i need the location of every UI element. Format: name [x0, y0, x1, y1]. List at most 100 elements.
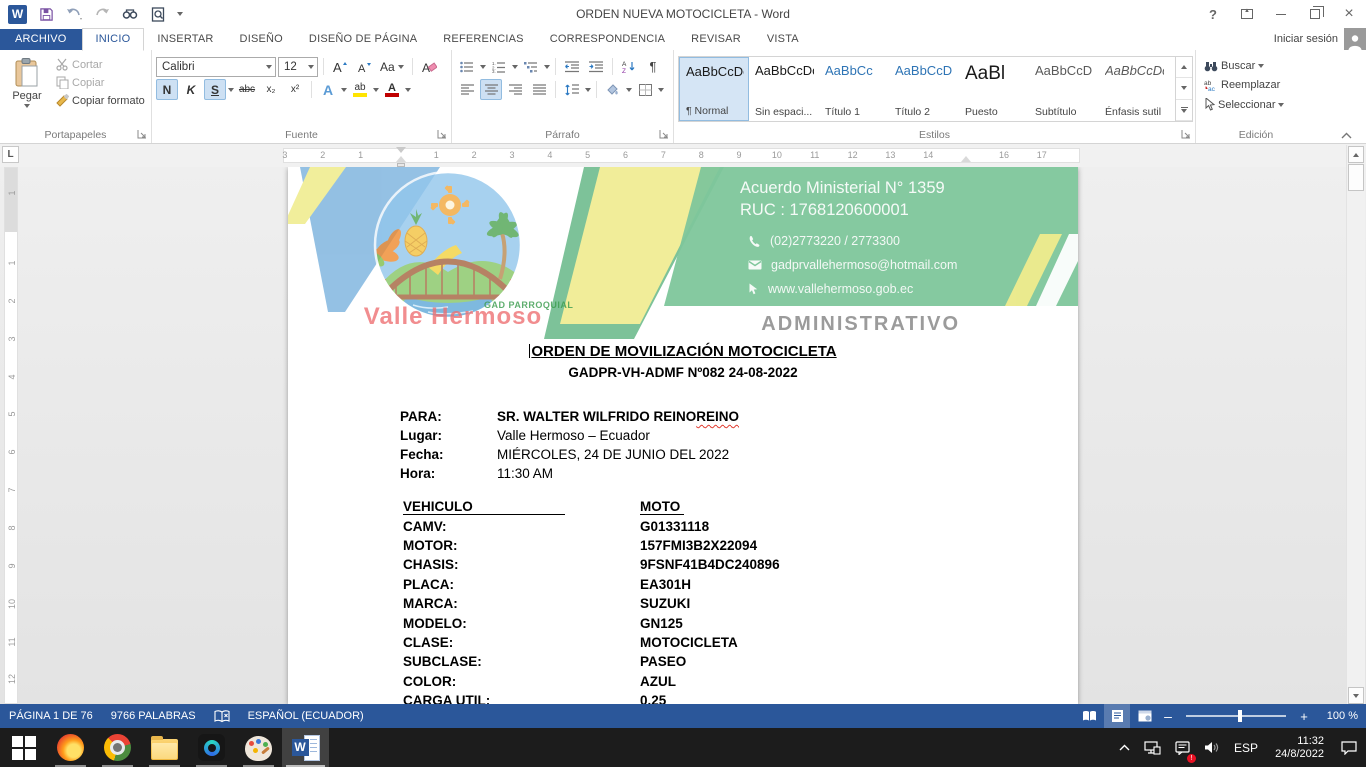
- tab-stop-selector[interactable]: L: [2, 146, 19, 163]
- bullets-button[interactable]: [456, 56, 478, 77]
- ribbon-tab[interactable]: VISTA: [754, 29, 812, 50]
- word-app-icon[interactable]: W: [8, 5, 27, 24]
- print-preview-icon[interactable]: [149, 5, 167, 23]
- shrink-font-button[interactable]: A: [353, 56, 375, 77]
- style-item[interactable]: AaBbCcDc Sin espaci...: [749, 57, 819, 121]
- increase-indent-button[interactable]: [585, 56, 607, 77]
- proofing-status[interactable]: [205, 704, 239, 728]
- vertical-ruler[interactable]: 1 123456789101112: [4, 167, 18, 704]
- font-color-button[interactable]: A: [381, 79, 403, 100]
- zoom-in-button[interactable]: +: [1296, 704, 1312, 728]
- zoom-out-button[interactable]: –: [1160, 704, 1176, 728]
- zoom-slider[interactable]: [1186, 715, 1286, 717]
- sort-button[interactable]: AZ: [618, 56, 640, 77]
- first-line-indent-marker[interactable]: [396, 147, 406, 153]
- print-layout-button[interactable]: [1104, 704, 1130, 728]
- highlight-caret[interactable]: [373, 88, 379, 92]
- redo-icon[interactable]: [93, 5, 111, 23]
- align-center-button[interactable]: [480, 79, 502, 100]
- italic-button[interactable]: K: [180, 79, 202, 100]
- subscript-button[interactable]: x₂: [260, 79, 282, 100]
- styles-dialog-launcher[interactable]: [1181, 129, 1193, 141]
- customize-qat-icon[interactable]: [177, 12, 183, 16]
- scroll-down-button[interactable]: [1348, 687, 1364, 704]
- word-count[interactable]: 9766 PALABRAS: [102, 704, 205, 728]
- close-button[interactable]: ×: [1332, 0, 1366, 28]
- multilevel-list-button[interactable]: [520, 56, 542, 77]
- styles-more-button[interactable]: [1176, 100, 1192, 121]
- taskbar-webex[interactable]: [188, 728, 235, 767]
- zoom-slider-thumb[interactable]: [1238, 710, 1242, 722]
- superscript-button[interactable]: x²: [284, 79, 306, 100]
- network-icon[interactable]: [1139, 728, 1166, 767]
- start-button[interactable]: [0, 728, 47, 767]
- save-icon[interactable]: [37, 5, 55, 23]
- hanging-indent-marker[interactable]: [396, 156, 406, 162]
- document-page[interactable]: Acuerdo Ministerial N° 1359 RUC : 176812…: [288, 167, 1078, 704]
- style-item[interactable]: AaBbCcDc ¶ Normal: [679, 57, 749, 121]
- notification-center-icon[interactable]: [1336, 728, 1362, 767]
- find-icon[interactable]: [121, 5, 139, 23]
- line-spacing-button[interactable]: [561, 79, 583, 100]
- find-button[interactable]: Buscar: [1200, 58, 1314, 74]
- page-indicator[interactable]: PÁGINA 1 DE 76: [0, 704, 102, 728]
- borders-caret[interactable]: [658, 88, 664, 92]
- cut-button[interactable]: Cortar: [52, 56, 149, 73]
- styles-scroll-down[interactable]: [1176, 78, 1192, 99]
- grow-font-button[interactable]: A: [329, 56, 351, 77]
- show-marks-button[interactable]: ¶: [642, 56, 664, 77]
- multilevel-caret[interactable]: [544, 65, 550, 69]
- copy-button[interactable]: Copiar: [52, 74, 149, 91]
- font-dialog-launcher[interactable]: [437, 129, 449, 141]
- ribbon-tab[interactable]: REFERENCIAS: [430, 29, 536, 50]
- paste-button[interactable]: Pegar: [4, 54, 50, 124]
- scrollbar-thumb[interactable]: [1348, 164, 1364, 191]
- font-size-combo[interactable]: 12: [278, 57, 318, 77]
- align-left-button[interactable]: [456, 79, 478, 100]
- numbering-caret[interactable]: [512, 65, 518, 69]
- ribbon-tab[interactable]: INSERTAR: [144, 29, 226, 50]
- taskbar-file-explorer[interactable]: [141, 728, 188, 767]
- tray-chevron-icon[interactable]: [1114, 728, 1135, 767]
- strikethrough-button[interactable]: abc: [236, 79, 258, 100]
- font-color-caret[interactable]: [405, 88, 411, 92]
- ribbon-tab[interactable]: CORRESPONDENCIA: [537, 29, 678, 50]
- paragraph-dialog-launcher[interactable]: [659, 129, 671, 141]
- style-item[interactable]: AaBbCcD Subtítulo: [1029, 57, 1099, 121]
- ribbon-tab[interactable]: REVISAR: [678, 29, 754, 50]
- speaker-icon[interactable]: [1199, 728, 1225, 767]
- change-case-button[interactable]: Aa: [377, 56, 407, 77]
- right-indent-marker[interactable]: [961, 156, 971, 162]
- ribbon-tab[interactable]: DISEÑO DE PÁGINA: [296, 29, 430, 50]
- zoom-percentage[interactable]: 100 %: [1314, 710, 1358, 722]
- ribbon-display-button[interactable]: [1230, 0, 1264, 28]
- restore-button[interactable]: [1298, 0, 1332, 28]
- bold-button[interactable]: N: [156, 79, 178, 100]
- line-spacing-caret[interactable]: [585, 88, 591, 92]
- scroll-up-button[interactable]: [1348, 146, 1364, 163]
- styles-scroll-up[interactable]: [1176, 57, 1192, 78]
- text-effects-button[interactable]: A: [317, 79, 339, 100]
- numbering-button[interactable]: 1.2.3.: [488, 56, 510, 77]
- replace-button[interactable]: abac Reemplazar: [1200, 77, 1314, 93]
- taskbar-chrome[interactable]: [94, 728, 141, 767]
- taskbar-paint[interactable]: [235, 728, 282, 767]
- align-right-button[interactable]: [504, 79, 526, 100]
- select-button[interactable]: Seleccionar: [1200, 96, 1314, 113]
- action-center-icon[interactable]: !: [1170, 728, 1195, 767]
- language-indicator[interactable]: ESPAÑOL (ECUADOR): [239, 704, 373, 728]
- format-painter-button[interactable]: Copiar formato: [52, 92, 149, 109]
- help-button[interactable]: ?: [1196, 0, 1230, 28]
- underline-button[interactable]: S: [204, 79, 226, 100]
- justify-button[interactable]: [528, 79, 550, 100]
- read-mode-button[interactable]: [1076, 704, 1102, 728]
- sign-in-link[interactable]: Iniciar sesión: [1274, 33, 1338, 45]
- ribbon-tab[interactable]: ARCHIVO: [0, 29, 82, 50]
- clear-formatting-button[interactable]: A: [418, 56, 440, 77]
- decrease-indent-button[interactable]: [561, 56, 583, 77]
- shading-button[interactable]: [602, 79, 624, 100]
- clock[interactable]: 11:32 24/8/2022: [1267, 735, 1332, 761]
- style-item[interactable]: AaBbCc Título 1: [819, 57, 889, 121]
- borders-button[interactable]: [634, 79, 656, 100]
- font-name-combo[interactable]: Calibri: [156, 57, 276, 77]
